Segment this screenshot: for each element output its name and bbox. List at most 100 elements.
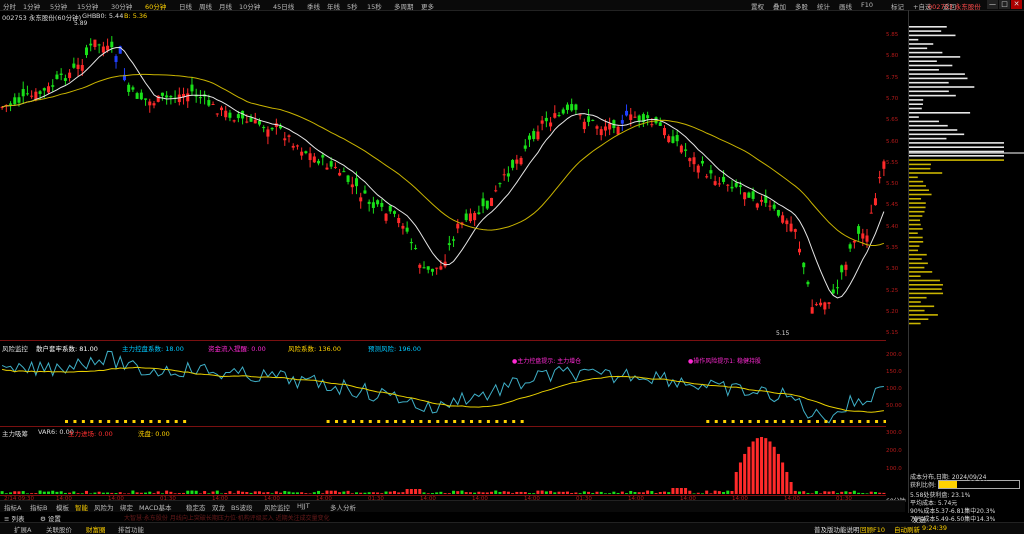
candle-body — [464, 213, 468, 221]
candle-body — [76, 64, 80, 69]
indicator-tab-0[interactable]: 指标A — [4, 502, 21, 512]
cost-bar — [909, 198, 922, 200]
candle-body — [325, 167, 329, 170]
indicator-tab-8[interactable]: 双龙 — [212, 502, 225, 512]
candle-body — [536, 131, 540, 140]
volume-bar — [873, 492, 877, 494]
volume-bar — [241, 491, 245, 494]
risk-marker — [866, 420, 870, 423]
volume-bar — [186, 490, 190, 494]
candle-body — [519, 157, 523, 165]
indicator-tab-11[interactable]: HJJT — [297, 502, 310, 510]
indicator-tab-4[interactable]: 风险为 — [94, 502, 114, 512]
volume-bar — [76, 493, 80, 494]
candle-body — [726, 184, 730, 186]
candle-body — [473, 212, 477, 221]
candlestick-chart[interactable] — [0, 22, 886, 340]
candle-body — [283, 138, 287, 141]
indicator-tab-6[interactable]: MACD基本 — [139, 502, 171, 512]
volume-bar — [207, 493, 211, 494]
risk-marker — [174, 420, 178, 423]
volume-bar — [730, 491, 734, 494]
candle-body — [447, 243, 451, 246]
candle-body — [228, 112, 232, 118]
candle-body — [819, 302, 823, 306]
volume-bar — [819, 493, 823, 494]
cost-bar — [909, 284, 943, 286]
volume-bar — [844, 491, 848, 494]
candle-body — [760, 199, 764, 202]
candle-body — [671, 136, 675, 143]
volume-bar — [684, 488, 688, 494]
candle-body — [131, 87, 135, 90]
profit-ratio-label: 获利比例: — [910, 482, 937, 489]
price-tick: 5.50 — [886, 181, 899, 188]
risk-marker — [765, 420, 769, 423]
volume-bar — [612, 491, 616, 494]
cost-bar — [909, 159, 1004, 161]
minimize-icon[interactable]: — — [987, 0, 998, 9]
volume-bar — [502, 491, 506, 494]
candle-body — [59, 73, 63, 75]
cost-bar — [909, 210, 925, 213]
volume-bar — [599, 491, 603, 494]
volume-bar — [616, 492, 620, 494]
indicator-tab-5[interactable]: 绑定 — [120, 502, 133, 512]
volume-bar — [4, 493, 8, 494]
cost-bar — [909, 30, 942, 32]
indicator-tab-12[interactable]: 多人分析 — [330, 502, 356, 512]
send-button[interactable]: 发送 — [912, 515, 926, 525]
toolbar-item-5[interactable]: F10 — [861, 1, 873, 9]
toolbar-item-6[interactable]: 标记 — [891, 1, 904, 11]
cost-bar — [909, 215, 923, 217]
risk-marker — [326, 420, 330, 423]
candle-body — [13, 97, 17, 105]
risk-marker — [782, 420, 786, 423]
indicator-tab-3[interactable]: 智能 — [75, 502, 88, 512]
volume-bar — [274, 491, 278, 494]
volume-bar — [755, 438, 759, 494]
maximize-icon[interactable]: □ — [999, 0, 1010, 9]
candle-body — [852, 240, 856, 243]
candle-body — [232, 120, 236, 122]
indicator-tab-9[interactable]: BS波段 — [231, 502, 252, 512]
candle-body — [236, 114, 240, 119]
volume-bar — [359, 492, 363, 494]
candle-body — [245, 121, 249, 123]
candle-body — [587, 116, 591, 122]
indicator-tab-7[interactable]: 稳定态 — [186, 502, 206, 512]
main-chart-title: 002753 永东股份(60分钟) — [2, 14, 82, 22]
cost-bar — [909, 232, 918, 234]
volume-bar — [764, 438, 768, 494]
candle-body — [114, 56, 118, 63]
candle-body — [616, 126, 620, 135]
indicator-tab-2[interactable]: 模板 — [56, 502, 69, 512]
volume-bar — [464, 492, 468, 494]
volume-bar — [671, 488, 675, 494]
volume-bar — [443, 493, 447, 494]
candle-body — [823, 302, 827, 310]
risk-line-chart[interactable] — [0, 350, 886, 426]
indicator-tab-10[interactable]: 风险监控 — [264, 502, 290, 512]
candle-body — [317, 160, 321, 164]
volume-bar — [591, 493, 595, 494]
indicator-tab-1[interactable]: 指标B — [30, 502, 47, 512]
volume-bar — [72, 491, 76, 494]
candle-body — [705, 176, 709, 178]
volume-bar — [473, 492, 477, 494]
candle-body — [198, 97, 202, 99]
candle-body — [700, 161, 704, 164]
volume-bar — [93, 492, 97, 494]
close-icon[interactable]: ✕ — [1011, 0, 1022, 9]
profit-ratio-value: 23.1% — [969, 480, 989, 487]
volume-bar-chart[interactable] — [0, 434, 886, 494]
candle-body — [591, 119, 595, 121]
risk-axis-tick: 50.00 — [886, 403, 902, 409]
cost-bar — [909, 305, 935, 308]
cost-bar — [909, 185, 926, 187]
risk-marker — [832, 420, 836, 423]
volume-bar — [380, 493, 384, 494]
volume-bar — [257, 491, 261, 494]
volume-bar — [30, 493, 34, 494]
cost-bar — [909, 206, 926, 209]
